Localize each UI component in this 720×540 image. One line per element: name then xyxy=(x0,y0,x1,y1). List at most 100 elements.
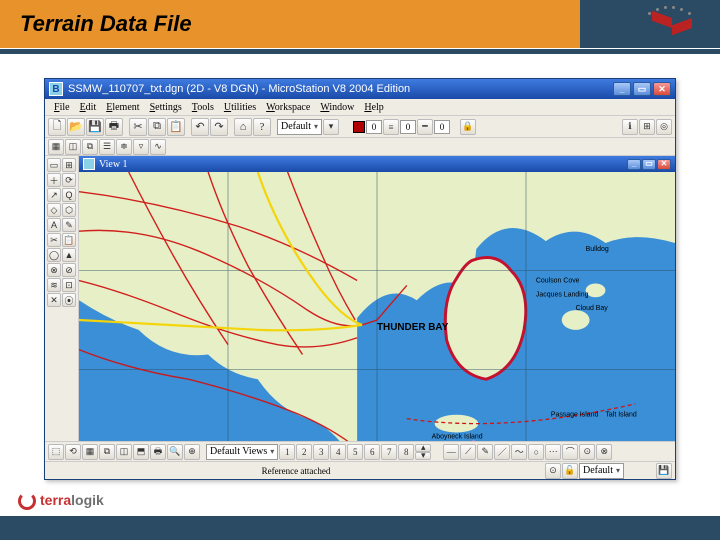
redo-icon[interactable]: ↷ xyxy=(210,118,228,136)
new-icon[interactable]: 🗋 xyxy=(48,118,66,136)
info-icon[interactable]: ℹ xyxy=(622,119,638,135)
view-4-button[interactable]: 4 xyxy=(330,444,346,460)
menu-settings[interactable]: Settings xyxy=(145,101,187,114)
hatch-tool-icon[interactable]: ≋ xyxy=(47,278,61,292)
line-tool-8-icon[interactable]: ⌒ xyxy=(562,444,578,460)
list-icon[interactable]: ☰ xyxy=(99,139,115,155)
view-1-button[interactable]: 1 xyxy=(279,444,295,460)
triangle-tool-icon[interactable]: ▲ xyxy=(62,248,76,262)
query-tool-icon[interactable]: Q xyxy=(62,188,76,202)
view-minimize-button[interactable]: _ xyxy=(627,159,641,170)
window-titlebar[interactable]: B SSMW_110707_txt.dgn (2D - V8 DGN) - Mi… xyxy=(45,79,675,99)
expand-down-icon[interactable]: ▿ xyxy=(133,139,149,155)
stack-icon[interactable]: ⧉ xyxy=(82,139,98,155)
style-select[interactable]: Default xyxy=(277,119,322,135)
menu-element[interactable]: Element xyxy=(101,101,144,114)
help-icon[interactable]: ? xyxy=(253,118,271,136)
view-7-button[interactable]: 7 xyxy=(381,444,397,460)
workspace-select[interactable]: Default xyxy=(579,463,624,479)
modify-tool-icon[interactable]: ⊗ xyxy=(47,263,61,277)
view-refresh-icon[interactable]: ⟲ xyxy=(65,444,81,460)
measure-tool-icon[interactable]: ⦿ xyxy=(62,293,76,307)
view-maximize-button[interactable]: ▭ xyxy=(642,159,656,170)
line-tool-3-icon[interactable]: ✎ xyxy=(477,444,493,460)
line-tool-7-icon[interactable]: ⋯ xyxy=(545,444,561,460)
target-icon[interactable]: ◎ xyxy=(656,119,672,135)
lineweight-swatch-icon[interactable]: ━ xyxy=(417,119,433,135)
rotate-tool-icon[interactable]: ⟳ xyxy=(62,173,76,187)
paste-icon[interactable]: 📋 xyxy=(167,118,185,136)
view-grid-icon[interactable]: ▦ xyxy=(82,444,98,460)
view-zoomin-icon[interactable]: ⊕ xyxy=(184,444,200,460)
style-dropdown-icon[interactable]: ▾ xyxy=(323,119,339,135)
shape-tool-icon[interactable]: ◇ xyxy=(47,203,61,217)
default-views-select[interactable]: Default Views xyxy=(206,444,278,460)
menu-file[interactable]: File xyxy=(49,101,75,114)
view-3-button[interactable]: 3 xyxy=(313,444,329,460)
map-canvas[interactable]: THUNDER BAY Bulldog Cloud Bay Coulson Co… xyxy=(79,172,675,468)
place-tool-icon[interactable]: ＋ xyxy=(47,173,61,187)
undo-icon[interactable]: ↶ xyxy=(191,118,209,136)
delete-tool-icon[interactable]: ✕ xyxy=(47,293,61,307)
view-fit-icon[interactable]: ⬚ xyxy=(48,444,64,460)
view-2-button[interactable]: 2 xyxy=(296,444,312,460)
view-close-button[interactable]: ✕ xyxy=(657,159,671,170)
copy-icon[interactable]: ⧉ xyxy=(148,118,166,136)
select-tool-icon[interactable]: ▭ xyxy=(47,158,61,172)
lock-icon[interactable]: 🔒 xyxy=(460,119,476,135)
view-tile-icon[interactable]: ⬒ xyxy=(133,444,149,460)
home-icon[interactable]: ⌂ xyxy=(234,118,252,136)
cut-tool-icon[interactable]: ✂ xyxy=(47,233,61,247)
cut-icon[interactable]: ✂ xyxy=(129,118,147,136)
line-tool-5-icon[interactable]: ～ xyxy=(511,444,527,460)
linestyle-swatch-icon[interactable]: ≡ xyxy=(383,119,399,135)
maximize-button[interactable]: ▭ xyxy=(633,82,651,96)
line-tool-6-icon[interactable]: ○ xyxy=(528,444,544,460)
grid-icon[interactable]: ⊞ xyxy=(639,119,655,135)
view-split-icon[interactable]: ◫ xyxy=(116,444,132,460)
disk-icon[interactable]: 💾 xyxy=(656,463,672,479)
view-5-button[interactable]: 5 xyxy=(347,444,363,460)
view-8-button[interactable]: 8 xyxy=(398,444,414,460)
move-tool-icon[interactable]: ↗ xyxy=(47,188,61,202)
sort-icon[interactable]: ≑ xyxy=(116,139,132,155)
lock-status-icon[interactable]: 🔓 xyxy=(562,463,578,479)
snap-mode-icon[interactable]: ⊙ xyxy=(545,463,561,479)
menu-window[interactable]: Window xyxy=(315,101,359,114)
view-titlebar[interactable]: View 1 _ ▭ ✕ xyxy=(79,156,675,172)
view-zoom-icon[interactable]: 🔍 xyxy=(167,444,183,460)
panel-icon[interactable]: ◫ xyxy=(65,139,81,155)
color-swatch[interactable] xyxy=(353,121,365,133)
save-icon[interactable]: 💾 xyxy=(86,118,104,136)
trim-tool-icon[interactable]: ⊘ xyxy=(62,263,76,277)
menu-edit[interactable]: Edit xyxy=(75,101,102,114)
open-icon[interactable]: 📂 xyxy=(67,118,85,136)
minimize-button[interactable]: _ xyxy=(613,82,631,96)
menu-workspace[interactable]: Workspace xyxy=(261,101,315,114)
line-tool-9-icon[interactable]: ⊙ xyxy=(579,444,595,460)
draw-tool-icon[interactable]: ✎ xyxy=(62,218,76,232)
view-copy-icon[interactable]: ⧉ xyxy=(99,444,115,460)
menu-utilities[interactable]: Utilities xyxy=(219,101,261,114)
polygon-tool-icon[interactable]: ⬡ xyxy=(62,203,76,217)
menu-help[interactable]: Help xyxy=(359,101,388,114)
menu-tools[interactable]: Tools xyxy=(187,101,219,114)
wave-icon[interactable]: ∿ xyxy=(150,139,166,155)
print-icon[interactable]: 🖶 xyxy=(105,118,123,136)
view-down-icon[interactable]: ▾ xyxy=(415,452,431,460)
line-tool-4-icon[interactable]: ／ xyxy=(494,444,510,460)
grid-view-icon[interactable]: ▦ xyxy=(48,139,64,155)
level-field[interactable] xyxy=(366,120,382,134)
circle-tool-icon[interactable]: ◯ xyxy=(47,248,61,262)
linestyle-field[interactable] xyxy=(400,120,416,134)
text-tool-icon[interactable]: A xyxy=(47,218,61,232)
view-6-button[interactable]: 6 xyxy=(364,444,380,460)
fence-tool-icon[interactable]: ⊞ xyxy=(62,158,76,172)
line-tool-10-icon[interactable]: ⊗ xyxy=(596,444,612,460)
close-button[interactable]: ✕ xyxy=(653,82,671,96)
line-tool-2-icon[interactable]: ⟋ xyxy=(460,444,476,460)
lineweight-field[interactable] xyxy=(434,120,450,134)
paste-tool-icon[interactable]: 📋 xyxy=(62,233,76,247)
cell-tool-icon[interactable]: ⊡ xyxy=(62,278,76,292)
line-tool-1-icon[interactable]: — xyxy=(443,444,459,460)
